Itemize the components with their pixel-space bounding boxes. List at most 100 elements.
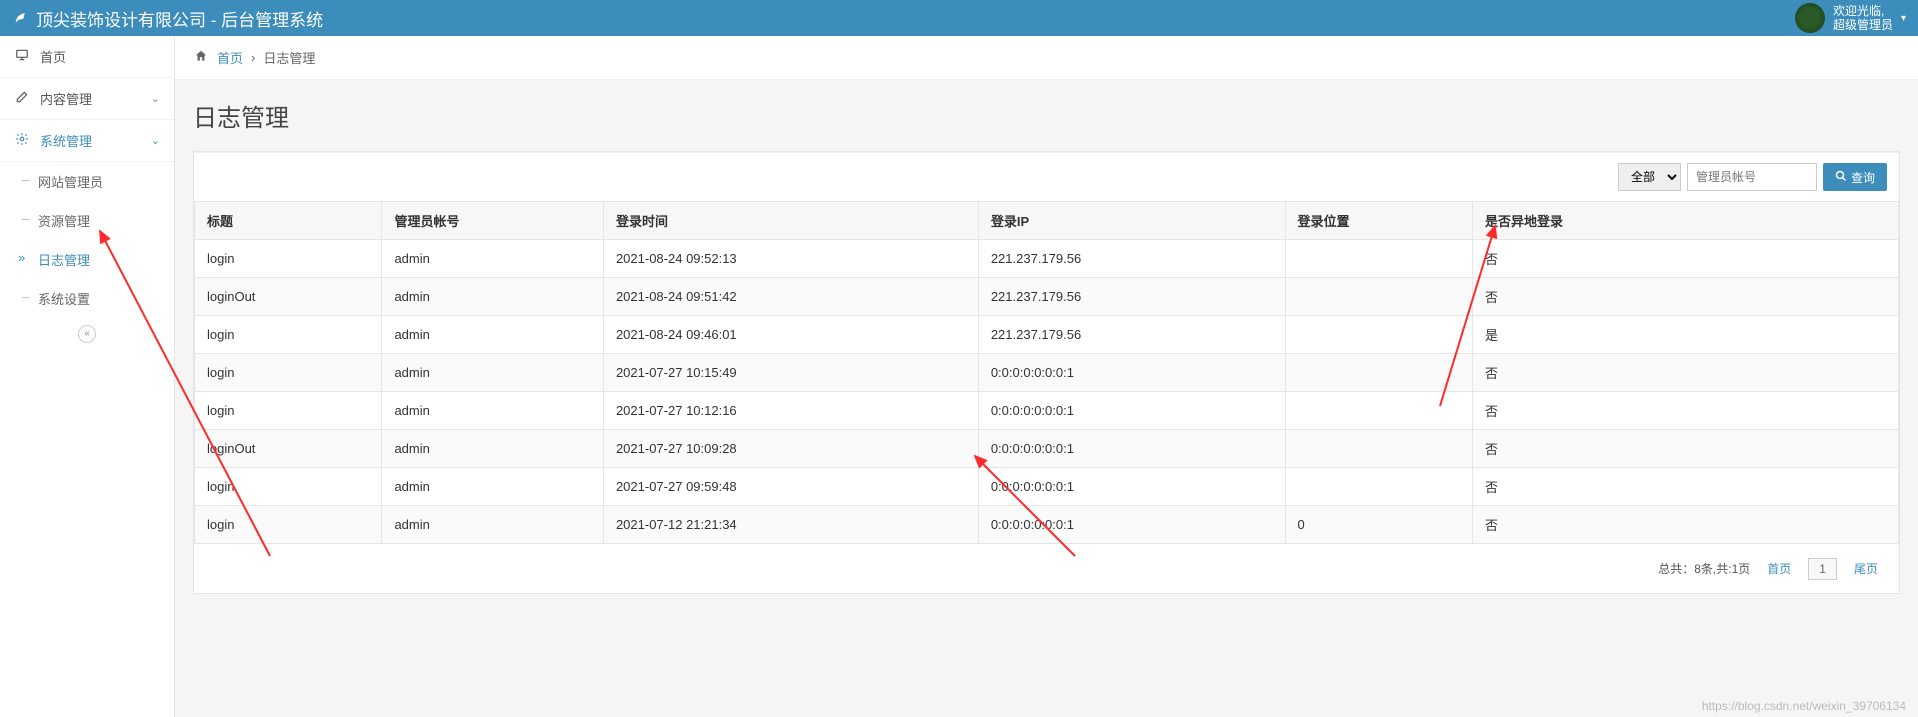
edit-icon	[14, 90, 30, 107]
cell-account: admin	[382, 278, 604, 316]
cell-login-ip: 0:0:0:0:0:0:0:1	[978, 430, 1285, 468]
cell-login-ip: 221.237.179.56	[978, 240, 1285, 278]
cell-remote-login: 否	[1472, 278, 1898, 316]
chevron-down-icon: ⌄	[151, 92, 160, 105]
search-button[interactable]: 查询	[1823, 163, 1887, 191]
user-text: 欢迎光临, 超级管理员	[1833, 4, 1893, 33]
sidebar-sub-settings[interactable]: 系统设置	[0, 279, 174, 318]
log-panel: 全部 查询 标题 管理员帐号 登录时	[193, 151, 1900, 594]
cell-login-location	[1285, 354, 1472, 392]
th-login-location: 登录位置	[1285, 202, 1472, 240]
pager-page[interactable]: 1	[1808, 558, 1837, 580]
page-title: 日志管理	[193, 98, 1900, 133]
sidebar-label-home: 首页	[40, 47, 66, 66]
cell-title: login	[195, 354, 382, 392]
th-login-time: 登录时间	[603, 202, 978, 240]
table-row: loginadmin2021-08-24 09:52:13221.237.179…	[195, 240, 1899, 278]
pager-first[interactable]: 首页	[1758, 556, 1800, 581]
cell-login-time: 2021-07-27 09:59:48	[603, 468, 978, 506]
collapse-icon[interactable]: «	[78, 325, 96, 343]
cell-title: login	[195, 392, 382, 430]
cell-title: login	[195, 316, 382, 354]
search-icon	[1835, 170, 1847, 185]
th-remote-login: 是否异地登录	[1472, 202, 1898, 240]
sidebar-label-content: 内容管理	[40, 89, 92, 108]
sidebar-item-system[interactable]: 系统管理 ⌄	[0, 120, 174, 162]
cell-login-location	[1285, 430, 1472, 468]
cell-title: login	[195, 468, 382, 506]
cell-login-ip: 0:0:0:0:0:0:0:1	[978, 468, 1285, 506]
breadcrumb: 首页 › 日志管理	[175, 36, 1918, 80]
topbar: 顶尖装饰设计有限公司 - 后台管理系统 欢迎光临, 超级管理员 ▾	[0, 0, 1918, 36]
filter-row: 全部 查询	[194, 153, 1899, 201]
cell-login-ip: 0:0:0:0:0:0:0:1	[978, 506, 1285, 544]
sidebar-item-home[interactable]: 首页	[0, 36, 174, 78]
sidebar-label-system: 系统管理	[40, 131, 92, 150]
cell-title: loginOut	[195, 278, 382, 316]
cell-remote-login: 否	[1472, 468, 1898, 506]
sidebar-sub-resources[interactable]: 资源管理	[0, 201, 174, 240]
cell-account: admin	[382, 240, 604, 278]
sidebar-sub-logs[interactable]: 日志管理	[0, 240, 174, 279]
table-header-row: 标题 管理员帐号 登录时间 登录IP 登录位置 是否异地登录	[195, 202, 1899, 240]
table-row: loginadmin2021-08-24 09:46:01221.237.179…	[195, 316, 1899, 354]
user-area[interactable]: 欢迎光临, 超级管理员 ▾	[1795, 3, 1906, 33]
main-content: 首页 › 日志管理 日志管理 全部 查询	[175, 36, 1918, 717]
sidebar-item-content[interactable]: 内容管理 ⌄	[0, 78, 174, 120]
cell-login-time: 2021-08-24 09:51:42	[603, 278, 978, 316]
cell-remote-login: 否	[1472, 240, 1898, 278]
brand-area: 顶尖装饰设计有限公司 - 后台管理系统	[12, 6, 323, 31]
th-login-ip: 登录IP	[978, 202, 1285, 240]
cell-login-ip: 221.237.179.56	[978, 278, 1285, 316]
search-button-label: 查询	[1851, 169, 1875, 186]
monitor-icon	[14, 48, 30, 65]
home-icon	[193, 49, 209, 66]
cell-remote-login: 否	[1472, 430, 1898, 468]
cell-login-ip: 0:0:0:0:0:0:0:1	[978, 354, 1285, 392]
breadcrumb-sep: ›	[251, 50, 255, 65]
cell-account: admin	[382, 430, 604, 468]
cell-login-ip: 0:0:0:0:0:0:0:1	[978, 392, 1285, 430]
breadcrumb-home[interactable]: 首页	[217, 48, 243, 67]
cell-title: login	[195, 240, 382, 278]
user-avatar[interactable]	[1795, 3, 1825, 33]
welcome-line1: 欢迎光临,	[1833, 4, 1893, 18]
cell-login-time: 2021-07-12 21:21:34	[603, 506, 978, 544]
cell-login-location	[1285, 316, 1472, 354]
cell-account: admin	[382, 468, 604, 506]
table-row: loginadmin2021-07-27 09:59:480:0:0:0:0:0…	[195, 468, 1899, 506]
cell-login-time: 2021-08-24 09:46:01	[603, 316, 978, 354]
th-account: 管理员帐号	[382, 202, 604, 240]
breadcrumb-current: 日志管理	[263, 48, 315, 67]
cell-account: admin	[382, 392, 604, 430]
sidebar-sub-admins[interactable]: 网站管理员	[0, 162, 174, 201]
cell-title: loginOut	[195, 430, 382, 468]
sidebar-collapse[interactable]: «	[0, 318, 174, 349]
cell-login-location	[1285, 278, 1472, 316]
filter-select[interactable]: 全部	[1618, 163, 1681, 191]
brand-text: 顶尖装饰设计有限公司 - 后台管理系统	[36, 6, 323, 31]
cell-title: login	[195, 506, 382, 544]
log-table: 标题 管理员帐号 登录时间 登录IP 登录位置 是否异地登录 loginadmi…	[194, 201, 1899, 544]
pager: 总共：8条,共:1页 首页 1 尾页	[194, 544, 1899, 593]
pager-last[interactable]: 尾页	[1845, 556, 1887, 581]
cell-login-time: 2021-07-27 10:12:16	[603, 392, 978, 430]
cell-login-location	[1285, 468, 1472, 506]
filter-input[interactable]	[1687, 163, 1817, 191]
cell-login-time: 2021-07-27 10:09:28	[603, 430, 978, 468]
caret-down-icon[interactable]: ▾	[1901, 13, 1906, 24]
cell-remote-login: 否	[1472, 354, 1898, 392]
cell-login-time: 2021-07-27 10:15:49	[603, 354, 978, 392]
table-row: loginOutadmin2021-08-24 09:51:42221.237.…	[195, 278, 1899, 316]
table-row: loginadmin2021-07-27 10:15:490:0:0:0:0:0…	[195, 354, 1899, 392]
cell-remote-login: 否	[1472, 392, 1898, 430]
sidebar: 首页 内容管理 ⌄ 系统管理 ⌄ 网站管理员 资源管理 日志管理 系统设置 «	[0, 36, 175, 717]
cell-account: admin	[382, 506, 604, 544]
chevron-down-icon: ⌄	[151, 134, 160, 147]
cell-remote-login: 否	[1472, 506, 1898, 544]
th-title: 标题	[195, 202, 382, 240]
cell-remote-login: 是	[1472, 316, 1898, 354]
cell-login-location	[1285, 240, 1472, 278]
table-row: loginadmin2021-07-27 10:12:160:0:0:0:0:0…	[195, 392, 1899, 430]
cell-account: admin	[382, 316, 604, 354]
